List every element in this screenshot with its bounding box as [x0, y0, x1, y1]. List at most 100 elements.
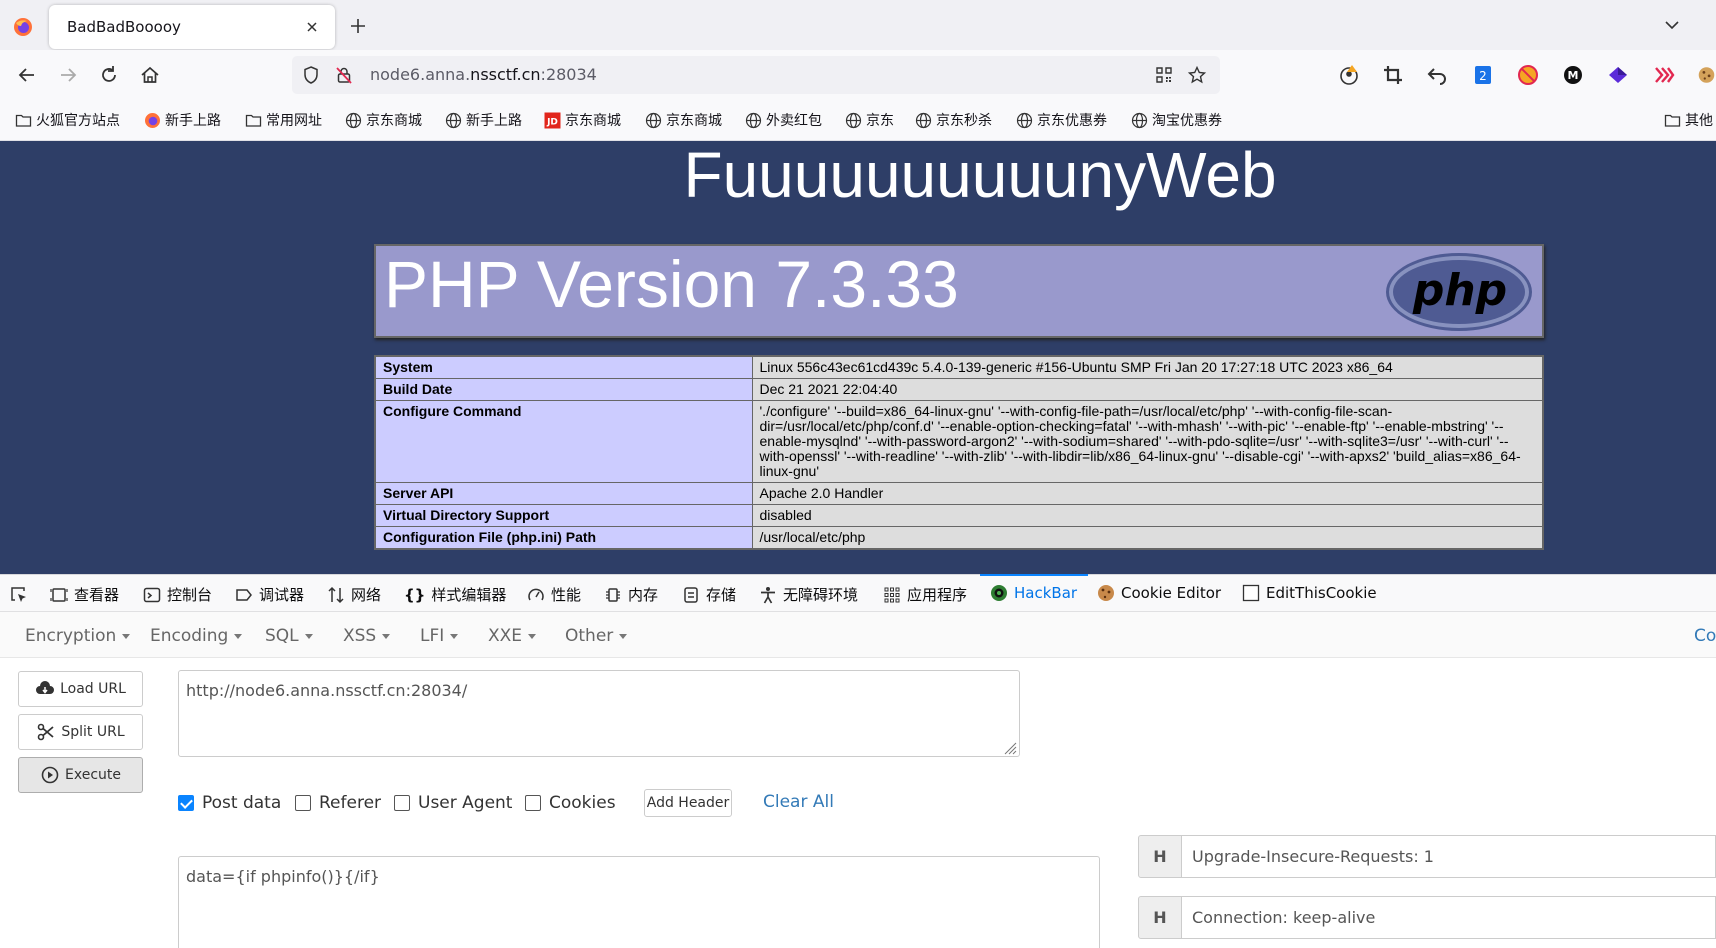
table-key: System [374, 355, 753, 379]
account-alert-icon[interactable] [1338, 64, 1360, 86]
folder-icon [1664, 114, 1681, 127]
tab-application[interactable]: 应用程序 [883, 584, 967, 605]
url-text[interactable]: node6.anna.nssctf.cn:28034 [370, 65, 597, 84]
bookmark-item[interactable]: 新手上路 [445, 110, 522, 130]
tab-debugger[interactable]: 调试器 [235, 584, 304, 605]
menu-other[interactable]: Other [565, 626, 627, 646]
button-label: Load URL [60, 681, 126, 697]
bookmark-item[interactable]: 新手上路 [144, 110, 221, 130]
tab-accessibility[interactable]: 无障碍环境 [759, 584, 858, 605]
referer-checkbox[interactable]: Referer [295, 793, 381, 813]
php-logo: php [1386, 253, 1532, 331]
bookmark-item[interactable]: 京东商城 [345, 110, 422, 130]
tab-label: 查看器 [74, 586, 120, 604]
tab-storage[interactable]: 存储 [682, 584, 736, 605]
clear-all-link[interactable]: Clear All [763, 792, 834, 812]
chevron-down-icon[interactable] [1663, 18, 1681, 32]
contact-link[interactable]: Co [1694, 626, 1716, 646]
tab-style-editor[interactable]: {} 样式编辑器 [404, 584, 506, 605]
header-input[interactable]: Upgrade-Insecure-Requests: 1 [1182, 835, 1716, 878]
menu-xxe[interactable]: XXE [488, 626, 536, 646]
firefox-icon[interactable] [13, 17, 33, 37]
cookie-icon[interactable] [1697, 64, 1716, 86]
qr-code-icon[interactable] [1154, 65, 1174, 85]
bookmark-item[interactable]: 火狐官方站点 [15, 110, 120, 130]
tab-label: Cookie Editor [1121, 584, 1222, 602]
tab-strip: BadBadBooooy [0, 0, 1716, 50]
checkbox-checked[interactable] [178, 795, 194, 811]
no-entry-extension-icon[interactable] [1517, 64, 1539, 86]
split-url-button[interactable]: Split URL [18, 714, 143, 750]
table-value: Apache 2.0 Handler [751, 482, 1544, 505]
checkbox[interactable] [394, 795, 410, 811]
tab-label: 存储 [706, 586, 737, 604]
home-icon[interactable] [139, 64, 161, 86]
tab-label: 调试器 [259, 586, 305, 604]
tab-hackbar[interactable]: HackBar [990, 584, 1077, 602]
execute-button[interactable]: Execute [18, 757, 143, 793]
console-icon [143, 587, 161, 602]
globe-icon [1016, 112, 1033, 128]
url-textarea[interactable]: http://node6.anna.nssctf.cn:28034/ [178, 670, 1020, 757]
header-tag[interactable]: H [1138, 835, 1182, 878]
bookmark-item[interactable]: 外卖红包 [745, 110, 822, 130]
plus-icon[interactable] [348, 16, 368, 36]
firefox-icon [145, 112, 160, 128]
menu-lfi[interactable]: LFI [420, 626, 458, 646]
bookmark-item[interactable]: 常用网址 [245, 110, 322, 130]
tab-performance[interactable]: 性能 [527, 584, 581, 605]
bookmarks-toolbar: 火狐官方站点 新手上路 常用网址 京东商城 新手上路 JD 京东商城 京东商城 外… [0, 98, 1716, 141]
bookmark-item[interactable]: 京东 [845, 110, 894, 130]
element-picker-icon[interactable] [9, 585, 29, 605]
bookmark-item[interactable]: 其他 [1664, 110, 1713, 130]
add-header-button[interactable]: Add Header [644, 789, 732, 817]
globe-icon [915, 112, 932, 128]
tab-editthiscookie[interactable]: EditThisCookie [1242, 584, 1377, 602]
globe-icon [745, 112, 762, 128]
menu-sql[interactable]: SQL [265, 626, 313, 646]
tab-title: BadBadBooooy [67, 18, 181, 36]
back-arrow-icon[interactable] [16, 64, 38, 86]
cookies-checkbox[interactable]: Cookies [525, 793, 616, 813]
menu-encoding[interactable]: Encoding [150, 626, 242, 646]
forward-arrow-icon[interactable] [57, 64, 79, 86]
menu-xss[interactable]: XSS [343, 626, 390, 646]
menu-encryption[interactable]: Encryption [25, 626, 130, 646]
close-icon[interactable] [304, 19, 320, 35]
bookmark-item[interactable]: 京东商城 [645, 110, 722, 130]
bookmark-item[interactable]: JD 京东商城 [544, 110, 621, 130]
shield-icon[interactable] [301, 65, 321, 85]
tab-network[interactable]: 网络 [327, 584, 381, 605]
star-icon[interactable] [1187, 65, 1207, 85]
speed-arrows-icon[interactable] [1653, 64, 1675, 86]
php-version-title: PHP Version 7.3.33 [384, 247, 959, 321]
header-tag[interactable]: H [1138, 896, 1182, 939]
post-data-checkbox[interactable]: Post data [178, 793, 281, 813]
post-data-textarea[interactable]: data={if phpinfo()}{/if} [178, 856, 1100, 948]
bookmark-item[interactable]: 淘宝优惠券 [1131, 110, 1222, 130]
checkbox-label: User Agent [418, 793, 513, 813]
user-agent-checkbox[interactable]: User Agent [394, 793, 512, 813]
undo-arrow-icon[interactable] [1426, 64, 1448, 86]
tab-console[interactable]: 控制台 [143, 584, 212, 605]
tab-label: 样式编辑器 [431, 586, 507, 604]
header-input[interactable]: Connection: keep-alive [1182, 896, 1716, 939]
bookmark-item[interactable]: 京东秒杀 [915, 110, 992, 130]
bookmark-item[interactable]: 京东优惠券 [1016, 110, 1107, 130]
load-url-button[interactable]: Load URL [18, 671, 143, 707]
checkbox[interactable] [525, 795, 541, 811]
insecure-lock-icon[interactable] [334, 65, 354, 85]
reload-icon[interactable] [98, 64, 120, 86]
address-bar[interactable]: node6.anna.nssctf.cn:28034 [292, 56, 1220, 94]
browser-tab[interactable]: BadBadBooooy [49, 5, 335, 49]
checkbox[interactable] [295, 795, 311, 811]
tab-memory[interactable]: 内存 [604, 584, 658, 605]
extension-2-icon[interactable]: 2 [1472, 64, 1494, 86]
resize-grip-icon[interactable] [1003, 741, 1017, 755]
tab-cookie-editor[interactable]: Cookie Editor [1097, 584, 1221, 602]
m-logo-icon[interactable]: M [1562, 64, 1584, 86]
globe-icon [845, 112, 862, 128]
crop-icon[interactable] [1382, 64, 1404, 86]
diamond-extension-icon[interactable] [1607, 64, 1629, 86]
tab-inspector[interactable]: 查看器 [50, 584, 119, 605]
